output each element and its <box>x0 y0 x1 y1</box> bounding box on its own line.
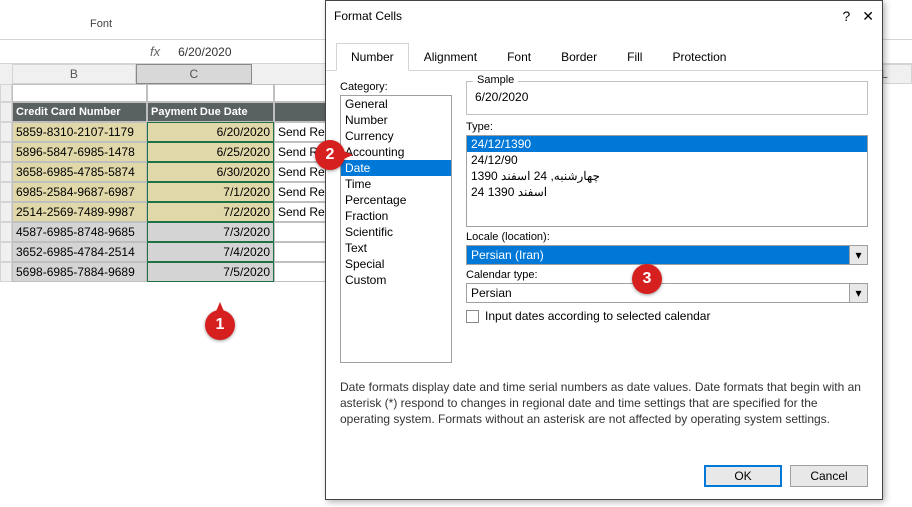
format-description: Date formats display date and time seria… <box>326 373 882 428</box>
dialog-titlebar[interactable]: Format Cells ? ✕ <box>326 1 882 31</box>
cell-cc[interactable]: 2514-2569-7489-9987 <box>12 202 147 222</box>
calendar-label: Calendar type: <box>466 269 868 281</box>
sample-box: Sample 6/20/2020 <box>466 81 868 115</box>
cell-cc[interactable]: 5896-5847-6985-1478 <box>12 142 147 162</box>
category-special[interactable]: Special <box>341 256 451 272</box>
chevron-down-icon[interactable]: ▾ <box>849 246 867 264</box>
sample-label: Sample <box>473 74 518 86</box>
annotation-1: 1 <box>205 310 235 340</box>
cell-cc[interactable]: 5859-8310-2107-1179 <box>12 122 147 142</box>
type-option[interactable]: چهارشنبه, 24 اسفند 1390 <box>467 168 867 184</box>
type-option[interactable]: 24/12/1390 <box>467 136 867 152</box>
type-option[interactable]: 24 اسفند 1390 <box>467 184 867 200</box>
annotation-3: 3 <box>632 264 662 294</box>
calendar-combo[interactable]: Persian ▾ <box>466 283 868 303</box>
header-cc[interactable]: Credit Card Number <box>12 102 147 122</box>
dialog-tabs: NumberAlignmentFontBorderFillProtection <box>326 31 882 71</box>
category-custom[interactable]: Custom <box>341 272 451 288</box>
cell-due[interactable]: 7/2/2020 <box>147 202 274 222</box>
cell-due[interactable]: 6/30/2020 <box>147 162 274 182</box>
fx-icon[interactable]: fx <box>150 44 160 59</box>
type-option[interactable]: 24/12/90 <box>467 152 867 168</box>
category-text[interactable]: Text <box>341 240 451 256</box>
tab-protection[interactable]: Protection <box>657 43 741 70</box>
category-list[interactable]: GeneralNumberCurrencyAccountingDateTimeP… <box>340 95 452 363</box>
category-number[interactable]: Number <box>341 112 451 128</box>
locale-label: Locale (location): <box>466 231 868 243</box>
col-header-B[interactable]: B <box>12 64 136 84</box>
tab-border[interactable]: Border <box>546 43 612 70</box>
type-label: Type: <box>466 121 868 133</box>
annotation-2: 2 <box>315 140 345 170</box>
category-time[interactable]: Time <box>341 176 451 192</box>
tab-number[interactable]: Number <box>336 43 409 71</box>
format-cells-dialog: Format Cells ? ✕ NumberAlignmentFontBord… <box>325 0 883 500</box>
cell-cc[interactable]: 6985-2584-9687-6987 <box>12 182 147 202</box>
dialog-title: Format Cells <box>334 9 842 23</box>
ribbon-group-font: Font <box>90 18 112 30</box>
header-due[interactable]: Payment Due Date <box>147 102 274 122</box>
tab-font[interactable]: Font <box>492 43 546 70</box>
locale-combo[interactable]: Persian (Iran) ▾ <box>466 245 868 265</box>
chevron-down-icon[interactable]: ▾ <box>849 284 867 302</box>
category-percentage[interactable]: Percentage <box>341 192 451 208</box>
cancel-button[interactable]: Cancel <box>790 465 868 487</box>
type-list[interactable]: 24/12/139024/12/90چهارشنبه, 24 اسفند 139… <box>466 135 868 227</box>
col-header-C[interactable]: C <box>136 64 252 84</box>
cell-due[interactable]: 7/1/2020 <box>147 182 274 202</box>
sample-value: 6/20/2020 <box>475 88 859 104</box>
locale-value: Persian (Iran) <box>471 248 544 262</box>
checkbox-label: Input dates according to selected calend… <box>485 309 710 323</box>
category-scientific[interactable]: Scientific <box>341 224 451 240</box>
cell-cc[interactable]: 4587-6985-8748-9685 <box>12 222 147 242</box>
tab-fill[interactable]: Fill <box>612 43 657 70</box>
close-icon[interactable]: ✕ <box>862 8 874 25</box>
tab-alignment[interactable]: Alignment <box>409 43 492 70</box>
cell-due[interactable]: 6/20/2020 <box>147 122 274 142</box>
cell-due[interactable]: 7/4/2020 <box>147 242 274 262</box>
cell-due[interactable]: 7/3/2020 <box>147 222 274 242</box>
cell-cc[interactable]: 3652-6985-4784-2514 <box>12 242 147 262</box>
category-fraction[interactable]: Fraction <box>341 208 451 224</box>
category-date[interactable]: Date <box>341 160 451 176</box>
category-general[interactable]: General <box>341 96 451 112</box>
cell-cc[interactable]: 3658-6985-4785-5874 <box>12 162 147 182</box>
cell-cc[interactable]: 5698-6985-7884-9689 <box>12 262 147 282</box>
category-currency[interactable]: Currency <box>341 128 451 144</box>
calendar-value: Persian <box>471 286 512 300</box>
formula-value[interactable]: 6/20/2020 <box>178 45 231 59</box>
cell-due[interactable]: 6/25/2020 <box>147 142 274 162</box>
help-icon[interactable]: ? <box>842 8 850 24</box>
input-dates-checkbox[interactable] <box>466 310 479 323</box>
ok-button[interactable]: OK <box>704 465 782 487</box>
cell-due[interactable]: 7/5/2020 <box>147 262 274 282</box>
category-label: Category: <box>340 81 452 93</box>
